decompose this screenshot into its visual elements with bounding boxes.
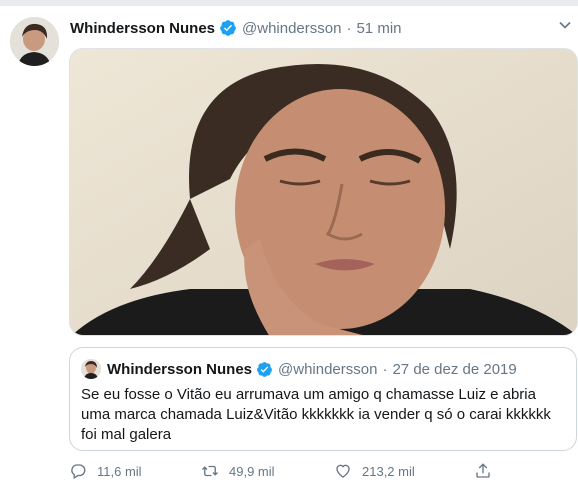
verified-badge-icon bbox=[256, 361, 273, 378]
share-icon bbox=[476, 463, 490, 478]
quoted-author-avatar bbox=[81, 359, 101, 379]
separator-dot: · bbox=[382, 360, 388, 378]
tweet-timestamp[interactable]: 51 min bbox=[356, 20, 401, 37]
verified-badge-icon bbox=[219, 19, 237, 37]
heart-icon bbox=[336, 464, 350, 478]
retweet-button[interactable]: 49,9 mil bbox=[201, 460, 275, 482]
like-button[interactable]: 213,2 mil bbox=[334, 460, 415, 482]
author-avatar[interactable] bbox=[10, 17, 59, 66]
chevron-down-icon[interactable] bbox=[558, 18, 572, 32]
retweet-count: 49,9 mil bbox=[229, 463, 275, 479]
separator-dot: · bbox=[346, 19, 352, 37]
quoted-tweet[interactable]: Whindersson Nunes @whindersson · 27 de d… bbox=[69, 347, 577, 451]
quoted-tweet-text: Se eu fosse o Vitão eu arrumava um amigo… bbox=[81, 386, 551, 443]
reply-button[interactable]: 11,6 mil bbox=[69, 460, 142, 482]
reply-icon bbox=[71, 464, 86, 479]
quoted-author-handle: @whindersson bbox=[278, 360, 378, 378]
tweet-photo[interactable] bbox=[69, 48, 578, 336]
top-divider bbox=[0, 0, 578, 6]
quoted-tweet-header: Whindersson Nunes @whindersson · 27 de d… bbox=[81, 359, 517, 379]
share-button[interactable] bbox=[474, 460, 502, 482]
like-count: 213,2 mil bbox=[362, 463, 415, 479]
reply-count: 11,6 mil bbox=[97, 463, 142, 479]
author-handle[interactable]: @whindersson bbox=[242, 20, 341, 37]
tweet-actions: 11,6 mil 49,9 mil 213,2 mil bbox=[69, 460, 499, 482]
author-name[interactable]: Whindersson Nunes bbox=[70, 20, 215, 37]
tweet-header: Whindersson Nunes @whindersson · 51 min bbox=[70, 16, 402, 40]
retweet-icon bbox=[202, 465, 218, 477]
quoted-tweet-date: 27 de dez de 2019 bbox=[392, 360, 517, 378]
quoted-author-name: Whindersson Nunes bbox=[107, 360, 253, 378]
